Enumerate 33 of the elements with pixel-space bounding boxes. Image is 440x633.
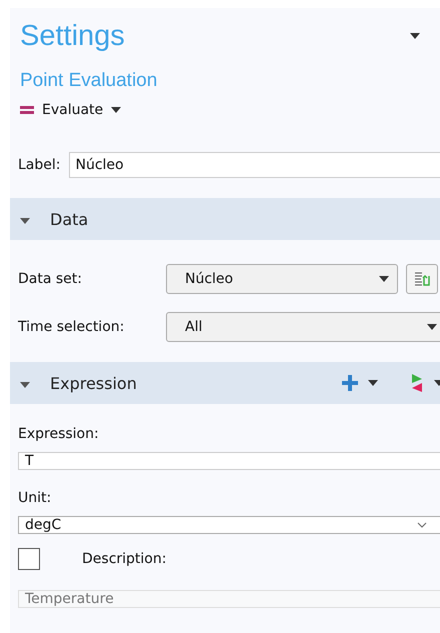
- field-label: Expression:: [18, 425, 100, 444]
- add-button[interactable]: [342, 375, 378, 391]
- plus-icon: [342, 375, 358, 391]
- equals-icon: [20, 106, 34, 114]
- section-header[interactable]: Data: [10, 198, 440, 240]
- panel-title: Settings: [20, 20, 126, 52]
- arrows-icon: [410, 374, 424, 392]
- list-icon: [414, 271, 430, 287]
- field-label: Unit:: [18, 489, 52, 508]
- caret-icon: [368, 380, 378, 386]
- dropdown[interactable]: Núcleo: [166, 264, 398, 294]
- update-button[interactable]: [406, 264, 438, 294]
- caret-icon: [410, 33, 420, 39]
- dropdown[interactable]: All: [166, 312, 440, 342]
- expand-icon[interactable]: [20, 380, 30, 388]
- chevron-icon: [417, 522, 427, 528]
- section-header[interactable]: Expression: [10, 362, 440, 404]
- unit-dropdown[interactable]: degC: [18, 516, 440, 534]
- panel-subtitle: Point Evaluation: [19, 70, 158, 92]
- caret-icon: [379, 276, 389, 282]
- caret-icon: [427, 324, 437, 330]
- field-label: Data set:: [18, 271, 83, 287]
- section-title: Expression: [50, 374, 138, 392]
- evaluate-button[interactable]: Evaluate: [20, 100, 122, 120]
- caret-icon: [111, 107, 122, 113]
- field-label: Time selection:: [18, 319, 126, 335]
- expand-icon[interactable]: [20, 216, 30, 224]
- label-field[interactable]: Núcleo: [68, 152, 440, 178]
- section-title: Data: [50, 210, 90, 228]
- expression-field[interactable]: T: [18, 452, 440, 470]
- evaluate-arrows-button[interactable]: [410, 374, 440, 392]
- field-label: Description:: [82, 551, 166, 567]
- field-label: Label:: [18, 157, 60, 173]
